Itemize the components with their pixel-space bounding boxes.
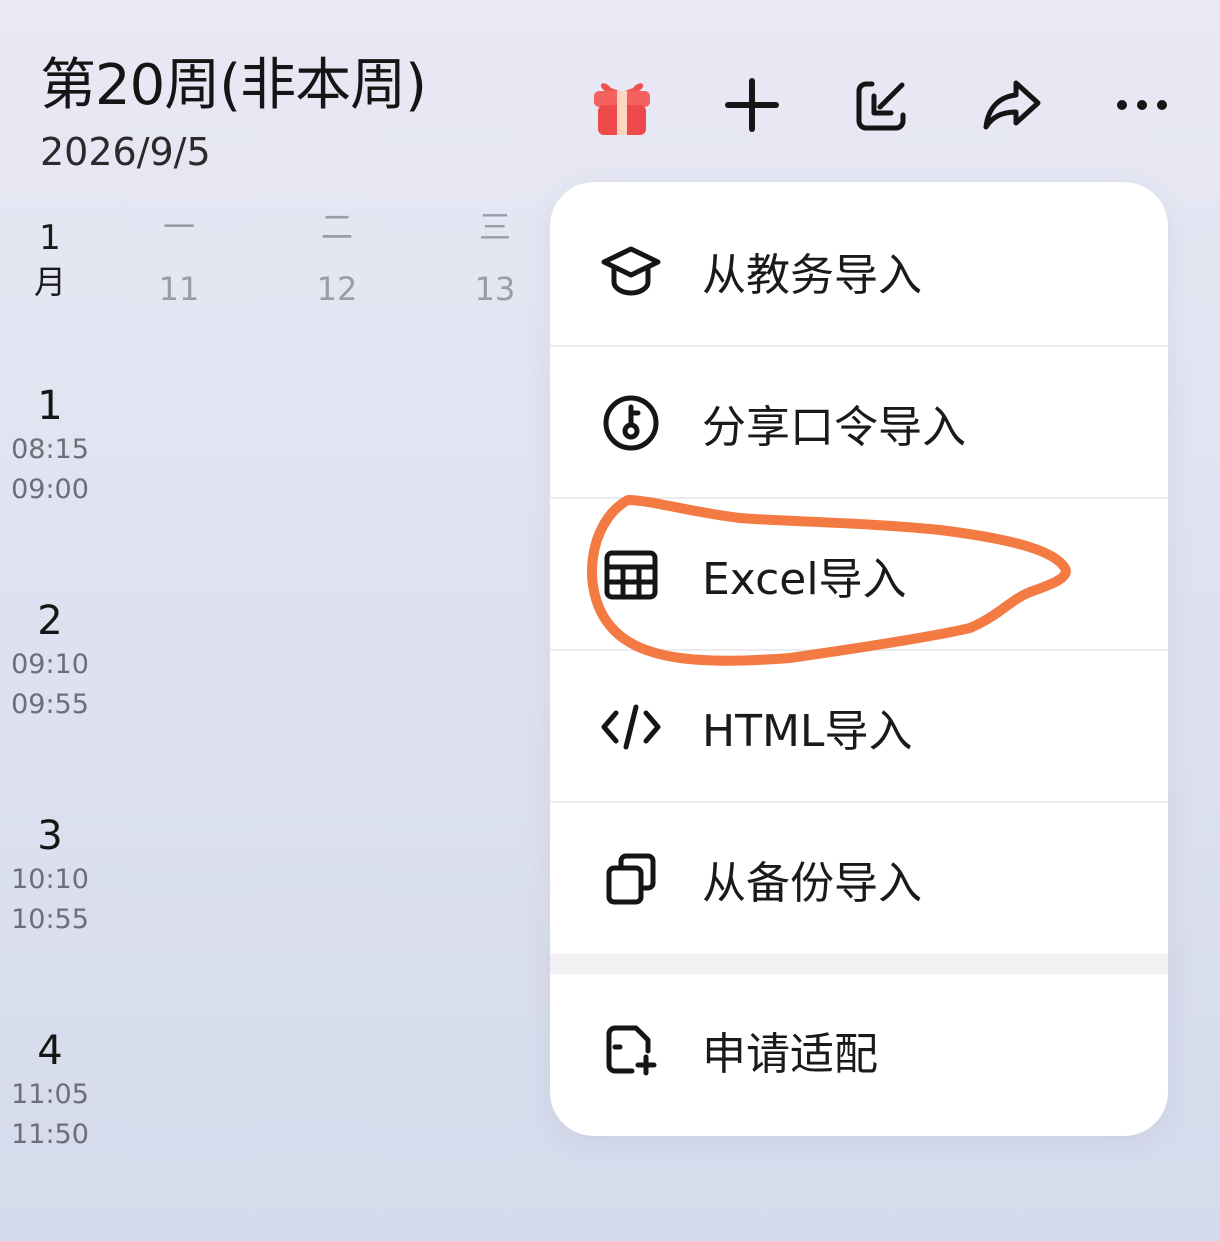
add-button[interactable] xyxy=(717,70,787,140)
menu-item-label: 分享口令导入 xyxy=(702,402,966,453)
menu-item-label: 从教务导入 xyxy=(702,250,922,301)
menu-item-import-excel[interactable]: Excel导入 xyxy=(550,499,1168,651)
day-date: 12 xyxy=(316,270,358,308)
day-weekday: 二 xyxy=(320,208,353,246)
month-number: 1 xyxy=(39,218,61,258)
menu-item-label: HTML导入 xyxy=(702,706,913,757)
period-start-time: 10:10 xyxy=(11,864,89,895)
period-end-time: 09:00 xyxy=(11,474,89,505)
gift-icon xyxy=(594,83,650,135)
day-column-header[interactable]: 三 13 xyxy=(455,205,535,329)
period-end-time: 10:55 xyxy=(11,904,89,935)
period-number: 2 xyxy=(37,598,63,644)
menu-item-import-from-academic[interactable]: 从教务导入 xyxy=(550,195,1168,347)
share-icon xyxy=(983,80,1041,130)
more-icon xyxy=(1117,100,1167,110)
day-weekday: 三 xyxy=(478,208,511,246)
share-button[interactable] xyxy=(977,70,1047,140)
day-date: 13 xyxy=(474,270,516,308)
menu-item-label: Excel导入 xyxy=(702,554,907,605)
import-button[interactable] xyxy=(847,70,917,140)
period-row: 4 11:05 11:50 xyxy=(0,1027,100,1155)
page-title: 第20周(非本周) xyxy=(40,53,427,118)
period-row: 2 09:10 09:55 xyxy=(0,597,100,725)
menu-item-import-backup[interactable]: 从备份导入 xyxy=(550,803,1168,955)
day-date: 11 xyxy=(158,270,200,308)
period-start-time: 08:15 xyxy=(11,434,89,465)
menu-item-label: 申请适配 xyxy=(702,1029,878,1080)
menu-group-gap xyxy=(550,954,1168,974)
plus-icon xyxy=(725,78,779,132)
table-icon xyxy=(596,540,666,610)
code-icon xyxy=(596,692,666,762)
import-icon xyxy=(856,81,906,131)
gift-button[interactable] xyxy=(587,70,657,140)
period-start-time: 09:10 xyxy=(11,649,89,680)
current-date: 2026/9/5 xyxy=(40,130,211,174)
menu-item-request-adaptation[interactable]: 申请适配 xyxy=(550,974,1168,1126)
day-weekday: 一 xyxy=(162,208,195,246)
menu-item-import-html[interactable]: HTML导入 xyxy=(550,651,1168,803)
key-circle-icon xyxy=(596,388,666,458)
more-button[interactable] xyxy=(1107,70,1177,140)
period-end-time: 09:55 xyxy=(11,689,89,720)
menu-item-label: 从备份导入 xyxy=(702,858,922,909)
period-start-time: 11:05 xyxy=(11,1079,89,1110)
import-menu: 从教务导入 分享口令导入 Excel导入 HTML导入 从备份导入 申请适配 xyxy=(550,182,1168,1136)
month-label: 月 xyxy=(33,263,66,301)
period-number: 1 xyxy=(37,383,63,429)
period-row: 1 08:15 09:00 xyxy=(0,382,100,510)
day-column-header[interactable]: 一 11 xyxy=(139,205,219,329)
month-header: 1 月 xyxy=(20,218,80,306)
menu-item-import-share-code[interactable]: 分享口令导入 xyxy=(550,347,1168,499)
period-end-time: 11:50 xyxy=(11,1119,89,1150)
graduation-cap-icon xyxy=(596,236,666,306)
copy-icon xyxy=(596,844,666,914)
file-plus-icon xyxy=(596,1015,666,1085)
period-row: 3 10:10 10:55 xyxy=(0,812,100,940)
day-column-header[interactable]: 二 12 xyxy=(297,205,377,329)
period-number: 3 xyxy=(37,813,63,859)
period-number: 4 xyxy=(37,1028,63,1074)
